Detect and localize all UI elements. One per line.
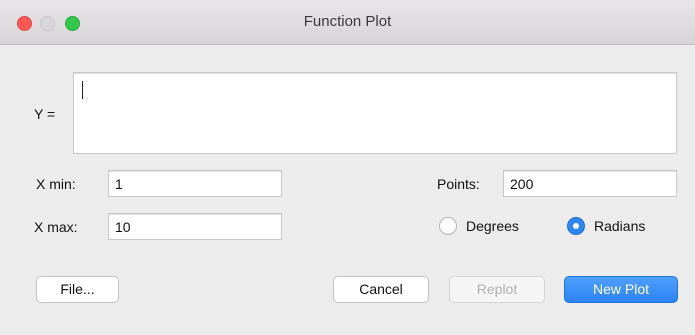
y-expression-input[interactable] (73, 72, 677, 154)
points-input[interactable]: 200 (503, 170, 677, 197)
degrees-radio[interactable] (439, 217, 457, 235)
function-plot-window: Function Plot Y = X min: 1 X max: 10 Poi… (0, 0, 695, 335)
cancel-button[interactable]: Cancel (333, 276, 429, 303)
xmin-input[interactable]: 1 (108, 170, 282, 197)
text-caret (82, 81, 83, 99)
xmax-label: X max: (34, 219, 78, 235)
radians-radio[interactable] (567, 217, 585, 235)
replot-button[interactable]: Replot (449, 276, 545, 303)
degrees-label[interactable]: Degrees (466, 218, 519, 234)
xmin-label: X min: (36, 176, 76, 192)
file-button[interactable]: File... (36, 276, 119, 303)
new-plot-button[interactable]: New Plot (564, 276, 678, 303)
y-label: Y = (34, 106, 56, 122)
xmax-input[interactable]: 10 (108, 213, 282, 240)
radians-label[interactable]: Radians (594, 218, 645, 234)
window-title: Function Plot (303, 13, 392, 30)
title-bar[interactable]: Function Plot (0, 0, 695, 45)
points-label: Points: (437, 176, 480, 192)
radio-selected-dot (573, 223, 579, 229)
